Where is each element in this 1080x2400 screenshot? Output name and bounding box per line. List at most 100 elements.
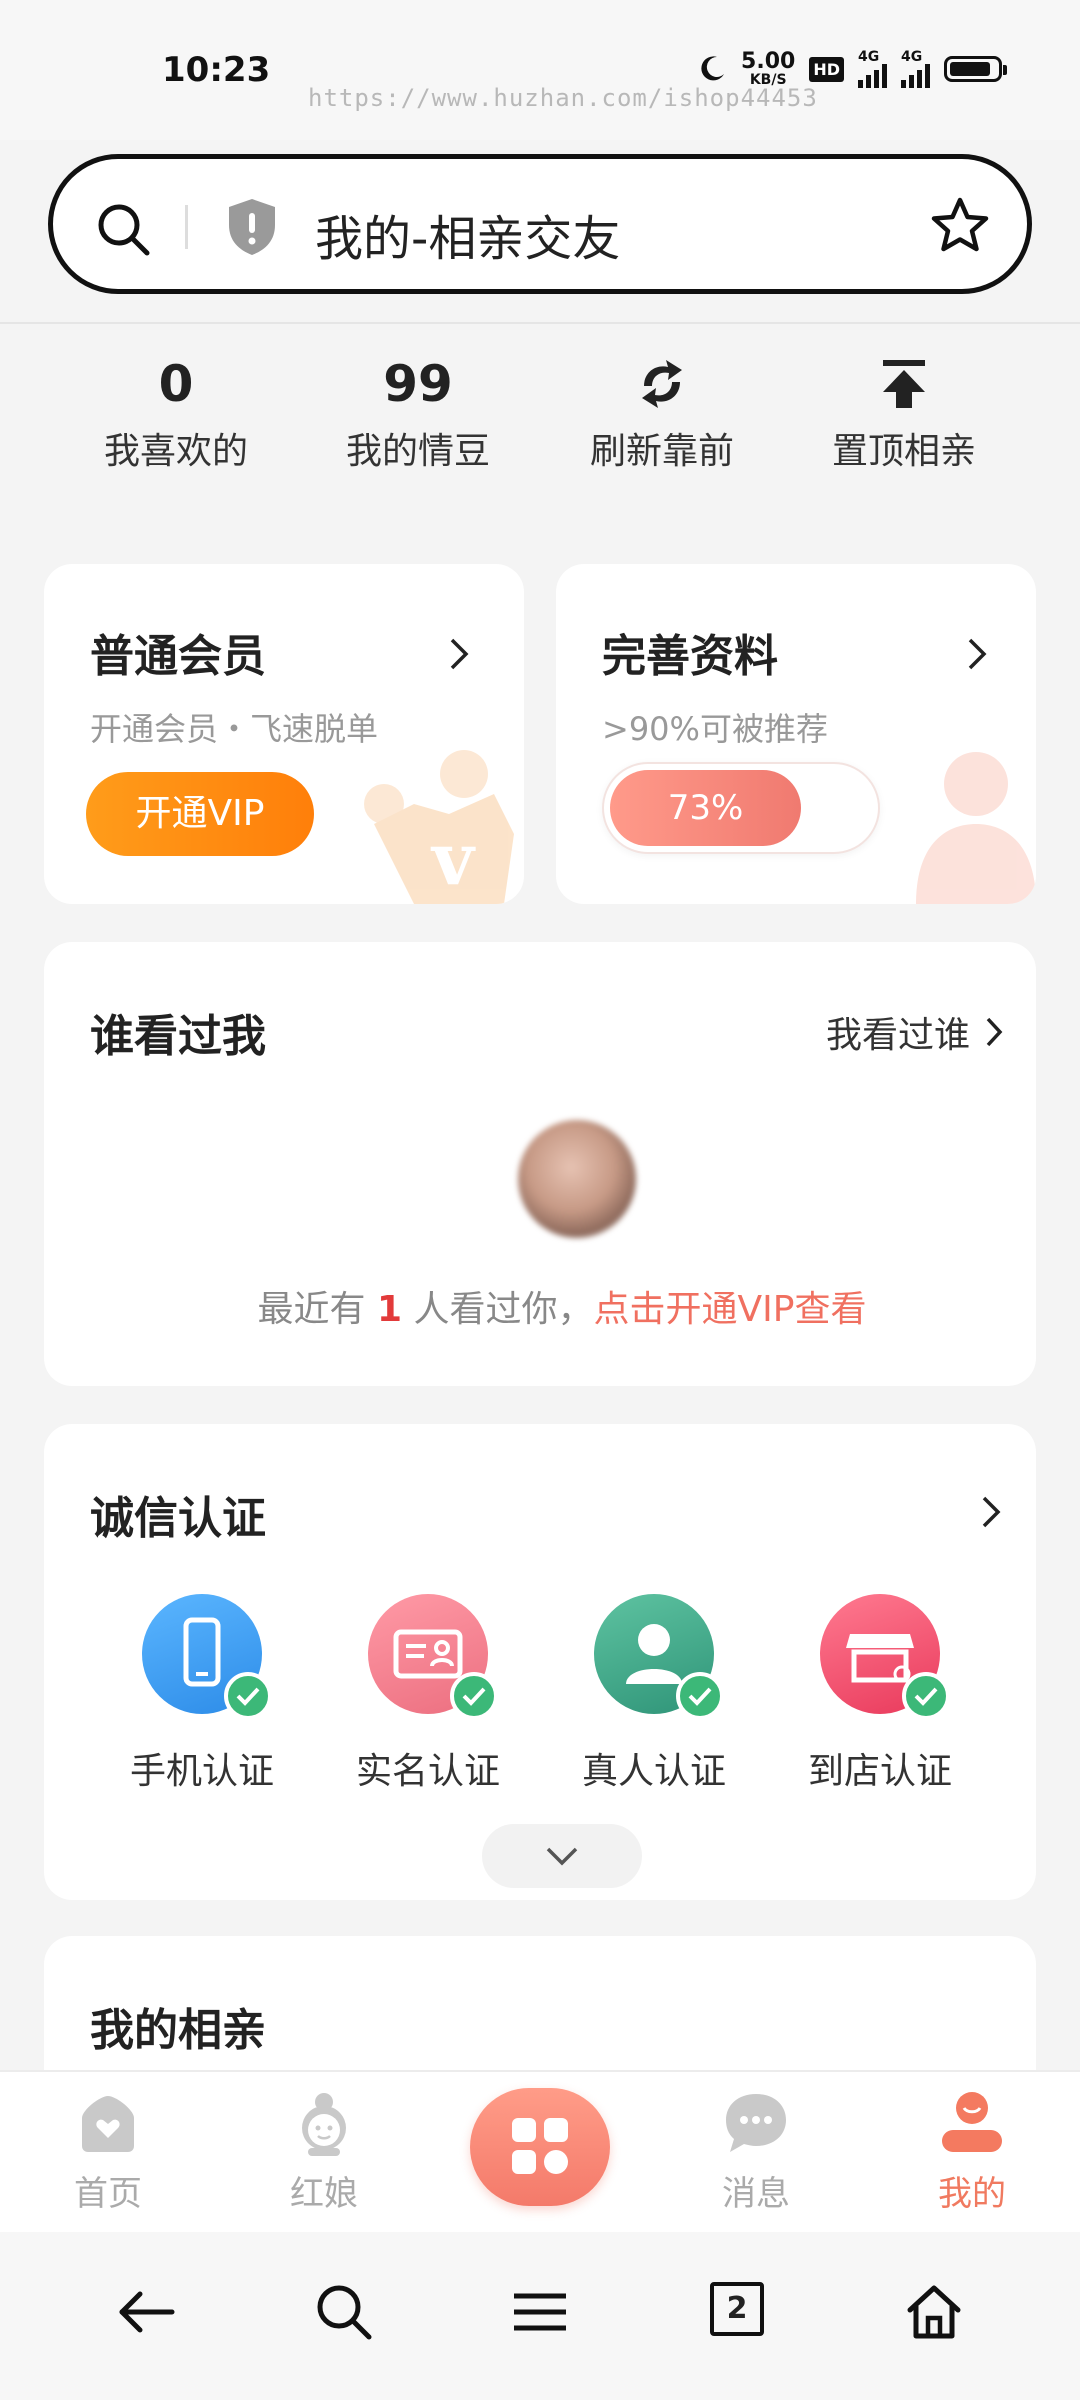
open-vip-link[interactable]: 点击开通VIP查看 <box>594 1289 867 1330</box>
check-icon <box>902 1672 950 1720</box>
shield-icon[interactable] <box>225 197 279 257</box>
center-apps-button[interactable] <box>470 2088 610 2206</box>
network-type-2: 4G <box>901 49 923 65</box>
chevron-right-icon <box>986 1017 1003 1047</box>
cert-real-person-label: 真人认证 <box>581 1751 726 1792</box>
beans-label: 我的情豆 <box>345 431 490 472</box>
home-heart-icon <box>82 2096 134 2152</box>
cert-store-label: 到店认证 <box>807 1751 952 1792</box>
header-divider <box>0 322 1080 324</box>
status-indicators: 5.00 KB/S HD 4G 4G <box>697 49 1007 88</box>
watermark-text: https://www.huzhan.com/ishop44453 <box>308 84 818 112</box>
tabs-icon[interactable]: 2 <box>710 2282 764 2336</box>
search-icon[interactable] <box>314 2282 374 2342</box>
check-icon <box>224 1672 272 1720</box>
svg-text:v: v <box>430 816 476 901</box>
speed-unit: KB/S <box>749 72 787 88</box>
chevron-down-icon <box>546 1847 578 1866</box>
certification-card: 诚信认证 手机认证 实名认证 真人认证 到店认证 <box>44 1424 1036 1900</box>
visitors-text-suffix: 人看过你， <box>413 1289 594 1330</box>
profile-card[interactable]: 完善资料 >90%可被推荐 73% <box>556 564 1036 904</box>
open-vip-button[interactable]: 开通VIP <box>86 772 314 856</box>
viewed-by-me-label: 我看过谁 <box>825 1015 970 1056</box>
likes-label: 我喜欢的 <box>103 431 248 472</box>
home-icon[interactable] <box>904 2282 964 2342</box>
visitors-summary: 最近有 1 人看过你，点击开通VIP查看 <box>44 1280 1036 1332</box>
chat-icon <box>726 2094 786 2152</box>
store-icon <box>820 1594 950 1720</box>
expand-button[interactable] <box>482 1824 642 1888</box>
bottom-tab-bar: 首页 红娘 消息 我的 <box>0 2070 1080 2232</box>
cert-phone[interactable]: 手机认证 <box>102 1594 302 1794</box>
phone-icon <box>142 1594 272 1720</box>
viewed-by-me-link[interactable]: 我看过谁 <box>826 1006 1004 1058</box>
profile-icon <box>942 2092 1002 2152</box>
browser-nav-bar: 2 <box>0 2232 1080 2400</box>
visitors-card: 谁看过我 我看过谁 最近有 1 人看过你，点击开通VIP查看 <box>44 942 1036 1386</box>
status-time: 10:23 <box>162 50 271 90</box>
vip-badge-icon: v <box>364 750 514 904</box>
profile-progress-fill: 73% <box>610 770 801 846</box>
cert-store[interactable]: 到店认证 <box>780 1594 980 1794</box>
signal-1: 4G <box>858 50 887 88</box>
cert-real-person[interactable]: 真人认证 <box>554 1594 754 1794</box>
chevron-right-icon <box>968 638 987 670</box>
check-icon <box>676 1672 724 1720</box>
cert-realname[interactable]: 实名认证 <box>328 1594 528 1794</box>
tab-home[interactable]: 首页 <box>28 2090 188 2215</box>
matchmaker-icon <box>302 2093 346 2156</box>
tab-mine-label: 我的 <box>938 2174 1006 2214</box>
speed-value: 5.00 <box>741 49 796 74</box>
signal-2: 4G <box>901 50 930 88</box>
moon-icon <box>701 56 725 81</box>
chevron-right-icon <box>450 638 469 670</box>
stat-refresh[interactable]: 刷新靠前 <box>542 352 782 474</box>
membership-title: 普通会员 <box>90 631 266 682</box>
hd-badge: HD <box>809 56 844 82</box>
battery-icon <box>944 56 1007 82</box>
stat-beans[interactable]: 99 我的情豆 <box>298 352 538 474</box>
beans-count: 99 <box>383 355 453 413</box>
tab-messages[interactable]: 消息 <box>676 2090 836 2215</box>
visitors-text-prefix: 最近有 <box>257 1289 366 1330</box>
tab-home-label: 首页 <box>74 2174 142 2214</box>
tab-matchmaker[interactable]: 红娘 <box>244 2090 404 2215</box>
pin-top-icon <box>883 360 925 408</box>
visitor-avatar[interactable] <box>518 1120 636 1238</box>
menu-icon[interactable] <box>510 2282 570 2342</box>
refresh-label: 刷新靠前 <box>589 431 734 472</box>
search-icon[interactable] <box>95 201 153 259</box>
membership-card[interactable]: 普通会员 开通会员・飞速脱单 开通VIP v <box>44 564 524 904</box>
chevron-right-icon[interactable] <box>980 1494 1002 1530</box>
status-bar: 10:23 https://www.huzhan.com/ishop44453 … <box>0 0 1080 140</box>
address-bar[interactable]: 我的-相亲交友 <box>48 154 1032 294</box>
certification-title: 诚信认证 <box>90 1493 266 1544</box>
likes-count: 0 <box>158 355 194 413</box>
network-type-1: 4G <box>858 49 880 65</box>
pin-top-label: 置顶相亲 <box>831 431 976 472</box>
person-icon <box>594 1594 724 1720</box>
page-title[interactable]: 我的-相亲交友 <box>315 199 620 269</box>
tab-mine[interactable]: 我的 <box>892 2090 1052 2215</box>
visitors-title: 谁看过我 <box>90 1011 266 1062</box>
back-arrow-icon[interactable] <box>116 2282 176 2342</box>
check-icon <box>450 1672 498 1720</box>
profile-progress-bar: 73% <box>602 762 880 854</box>
divider <box>185 205 188 249</box>
tab-messages-label: 消息 <box>722 2174 790 2214</box>
signal-bars-icon <box>858 64 887 88</box>
stat-likes[interactable]: 0 我喜欢的 <box>56 352 296 474</box>
cert-phone-label: 手机认证 <box>129 1751 274 1792</box>
network-speed: 5.00 KB/S <box>741 49 796 88</box>
cert-realname-label: 实名认证 <box>355 1751 500 1792</box>
refresh-icon <box>642 360 682 408</box>
profile-subtitle: >90%可被推荐 <box>602 710 828 748</box>
id-card-icon <box>368 1594 498 1720</box>
profile-decor-icon <box>916 752 1036 904</box>
stat-pin-top[interactable]: 置顶相亲 <box>784 352 1024 474</box>
my-dating-title: 我的相亲 <box>90 2005 266 2056</box>
apps-grid-icon <box>512 2118 568 2174</box>
signal-bars-icon <box>901 64 930 88</box>
profile-title: 完善资料 <box>602 631 778 682</box>
star-icon[interactable] <box>929 195 991 257</box>
